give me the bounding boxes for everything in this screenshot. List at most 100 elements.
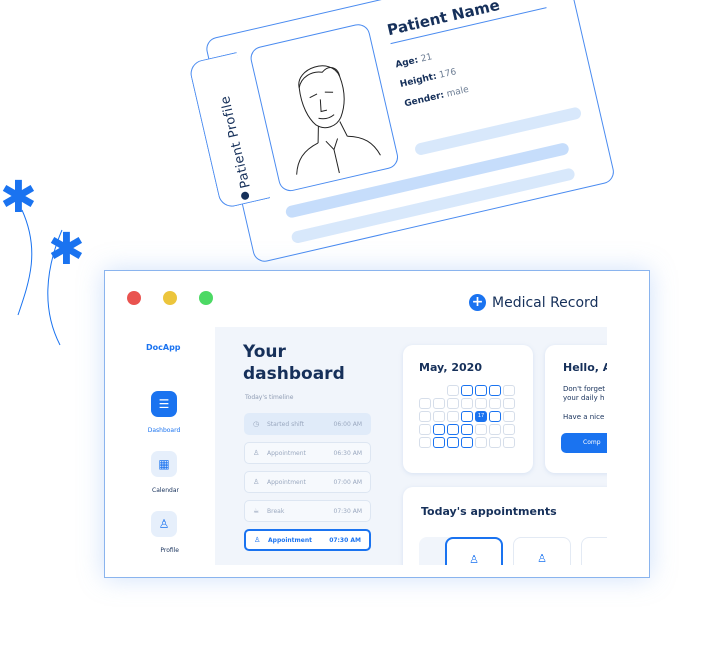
- appointment-slot[interactable]: ♙: [513, 537, 571, 565]
- title-line: dashboard: [243, 364, 345, 384]
- calendar-day[interactable]: [433, 411, 445, 422]
- calendar-month: May, 2020: [419, 361, 482, 374]
- timeline-time: 06:00 AM: [333, 420, 362, 428]
- complete-button[interactable]: Comp: [561, 433, 607, 453]
- dashboard-main: Your dashboard Today's timeline ◷ Starte…: [215, 327, 607, 565]
- calendar-day[interactable]: [475, 424, 487, 435]
- sidebar: DocApp ☰ Dashboard ▦ Calendar ♙ Profile: [135, 337, 195, 567]
- sidebar-item-profile[interactable]: ♙ Profile: [149, 511, 179, 556]
- sidebar-item-dashboard[interactable]: ☰ Dashboard: [147, 391, 181, 436]
- decorative-curves: [17, 209, 63, 346]
- timeline-name: Break: [267, 507, 285, 515]
- timeline-name: Appointment: [267, 478, 306, 486]
- calendar-day[interactable]: [447, 385, 459, 396]
- patient-photo: [248, 21, 401, 194]
- calendar-day[interactable]: [447, 411, 459, 422]
- calendar-day[interactable]: [489, 437, 501, 448]
- close-dot[interactable]: [127, 291, 141, 305]
- calendar-day[interactable]: [461, 385, 473, 396]
- greeting-title: Hello, A: [563, 361, 607, 374]
- calendar-day[interactable]: [461, 398, 473, 409]
- calendar-day[interactable]: [503, 385, 515, 396]
- timeline-row-active[interactable]: ♙ Appointment 07:30 AM: [244, 529, 371, 551]
- app-window: + Medical Record DocApp ☰ Dashboard ▦ Ca…: [104, 270, 650, 578]
- patient-name: Patient Name: [385, 0, 502, 40]
- sidebar-item-label: Profile: [160, 547, 179, 554]
- calendar-day[interactable]: [419, 411, 431, 422]
- timeline-row[interactable]: ◷ Started shift 06:00 AM: [244, 413, 371, 435]
- timeline-time: 07:00 AM: [333, 478, 362, 486]
- coffee-icon: ☕: [253, 507, 260, 515]
- calendar-day[interactable]: [447, 424, 459, 435]
- timeline-name: Started shift: [267, 420, 305, 428]
- calendar-day[interactable]: [503, 398, 515, 409]
- calendar-day[interactable]: [419, 437, 431, 448]
- user-icon: ♙: [537, 552, 547, 565]
- calendar-day: [433, 385, 445, 396]
- calendar-day[interactable]: [419, 424, 431, 435]
- calendar-day[interactable]: [447, 398, 459, 409]
- calendar-icon: ▦: [151, 451, 177, 477]
- timeline-time: 06:30 AM: [333, 449, 362, 457]
- appointment-slot[interactable]: [581, 537, 607, 565]
- timeline-row[interactable]: ☕ Break 07:30 AM: [244, 500, 371, 522]
- age-value: 21: [419, 52, 434, 65]
- gender-field: Gender: male: [404, 85, 470, 110]
- patient-profile-card: Patient Profile Patient Name Age: 21 Hei…: [187, 0, 617, 265]
- title-line: Your: [243, 342, 286, 362]
- calendar-day[interactable]: [447, 437, 459, 448]
- calendar-day[interactable]: [503, 424, 515, 435]
- plus-icon: +: [469, 294, 486, 311]
- calendar-day[interactable]: [433, 424, 445, 435]
- timeline-time: 07:30 AM: [333, 507, 362, 515]
- document-icon: ☰: [151, 391, 177, 417]
- age-field: Age: 21: [395, 52, 434, 70]
- maximize-dot[interactable]: [199, 291, 213, 305]
- sidebar-item-label: Dashboard: [147, 427, 181, 434]
- calendar-day[interactable]: [461, 437, 473, 448]
- calendar-day[interactable]: [433, 398, 445, 409]
- brand-logo: DocApp: [146, 343, 181, 352]
- user-icon: ♙: [254, 536, 261, 544]
- calendar-day[interactable]: [489, 424, 501, 435]
- user-icon: ♙: [253, 478, 260, 486]
- timeline-name: Appointment: [268, 536, 313, 544]
- timeline-row[interactable]: ♙ Appointment 06:30 AM: [244, 442, 371, 464]
- medical-record-button[interactable]: + Medical Record: [469, 294, 598, 311]
- page-title: Your dashboard: [243, 341, 345, 385]
- calendar-day-selected[interactable]: 17: [475, 411, 487, 422]
- timeline-time: 07:30 AM: [329, 536, 361, 544]
- appointments-card: Today's appointments ♙ ♙: [403, 487, 607, 565]
- calendar-day[interactable]: [503, 411, 515, 422]
- greeting-text: Have a nice: [563, 413, 605, 421]
- calendar-grid: 17: [419, 385, 515, 448]
- calendar-day[interactable]: [489, 385, 501, 396]
- clock-icon: ◷: [253, 420, 260, 428]
- calendar-day[interactable]: [475, 437, 487, 448]
- medical-record-label: Medical Record: [492, 294, 599, 311]
- calendar-day[interactable]: [433, 437, 445, 448]
- age-label: Age:: [394, 55, 420, 71]
- sidebar-item-calendar[interactable]: ▦ Calendar: [149, 451, 179, 496]
- timeline-row[interactable]: ♙ Appointment 07:00 AM: [244, 471, 371, 493]
- calendar-day[interactable]: [489, 398, 501, 409]
- user-icon: ♙: [151, 511, 177, 537]
- calendar-day[interactable]: [503, 437, 515, 448]
- calendar-day[interactable]: [461, 424, 473, 435]
- calendar-day[interactable]: [419, 398, 431, 409]
- calendar-day[interactable]: [475, 385, 487, 396]
- hero-illustration: ✱ ✱ Patient Profile Patient Name Age: 21…: [0, 0, 716, 648]
- minimize-dot[interactable]: [163, 291, 177, 305]
- gender-label: Gender:: [403, 90, 446, 110]
- calendar-day[interactable]: [475, 398, 487, 409]
- timeline-label: Today's timeline: [245, 394, 294, 401]
- appointments-title: Today's appointments: [421, 505, 557, 518]
- timeline-name: Appointment: [267, 449, 306, 457]
- calendar-day: [419, 385, 431, 396]
- calendar-day[interactable]: [461, 411, 473, 422]
- gender-value: male: [445, 84, 470, 100]
- calendar-day[interactable]: [489, 411, 501, 422]
- appointment-slot-selected[interactable]: ♙: [445, 537, 503, 565]
- height-label: Height:: [399, 71, 438, 90]
- calendar-card: May, 2020 17: [403, 345, 533, 473]
